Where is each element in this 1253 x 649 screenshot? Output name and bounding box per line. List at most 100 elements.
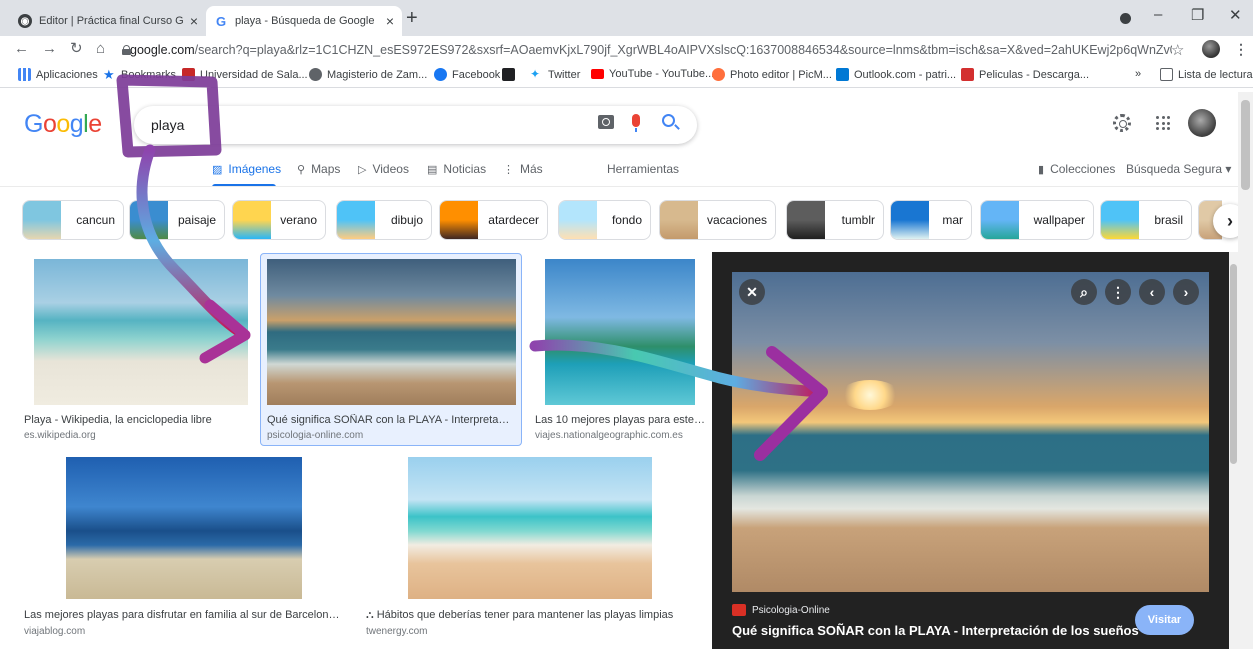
- forward-icon[interactable]: →: [42, 40, 57, 58]
- bookmark-star-icon[interactable]: ☆: [1171, 41, 1184, 59]
- profile-avatar[interactable]: [1202, 40, 1220, 58]
- bookmark-twitter[interactable]: ✦ Twitter: [530, 68, 580, 81]
- bookmark-universidad[interactable]: Universidad de Sala...: [182, 68, 308, 81]
- reading-list[interactable]: Lista de lectura: [1160, 68, 1253, 81]
- bookmark-label: Bookmarks: [121, 68, 177, 81]
- search-input[interactable]: playa: [151, 117, 184, 133]
- search-by-image-icon[interactable]: [598, 115, 614, 129]
- image-result[interactable]: Playa - Wikipedia, la enciclopedia libre…: [24, 259, 254, 441]
- close-preview-icon[interactable]: ✕: [739, 279, 765, 305]
- sunset-glow: [840, 380, 900, 410]
- bookmark-bookmarks[interactable]: ★ Bookmarks: [103, 68, 176, 81]
- reload-icon[interactable]: ↻: [70, 40, 83, 58]
- bookmark-label: Magisterio de Zam...: [327, 68, 428, 81]
- search-box[interactable]: playa: [134, 106, 697, 144]
- settings-gear-icon[interactable]: [1113, 114, 1131, 132]
- close-tab-icon[interactable]: ×: [190, 13, 198, 29]
- chip-mar[interactable]: mar: [890, 200, 972, 240]
- close-tab-icon[interactable]: ×: [386, 13, 394, 29]
- new-tab-icon[interactable]: +: [406, 8, 418, 28]
- chip-thumbnail: [233, 201, 271, 239]
- chip-label: atardecer: [488, 213, 539, 227]
- tab-more[interactable]: ⋮ Más: [503, 162, 543, 176]
- image-result[interactable]: Las 10 mejores playas para este v... via…: [535, 259, 707, 441]
- bookmark-peliculas[interactable]: Peliculas - Descarga...: [961, 68, 1089, 81]
- result-thumbnail[interactable]: [545, 259, 695, 405]
- result-thumbnail[interactable]: [34, 259, 248, 405]
- url-path: /search?q=playa&rlz=1C1CHZN_esES972ES972…: [194, 43, 1172, 57]
- address-bar[interactable]: google.com/search?q=playa&rlz=1C1CHZN_es…: [122, 39, 1172, 61]
- tab-label: Maps: [311, 162, 341, 176]
- result-thumbnail[interactable]: [408, 457, 652, 599]
- search-icon[interactable]: [662, 114, 675, 127]
- panel-scrollbar[interactable]: [1229, 252, 1238, 649]
- chip-thumbnail: [440, 201, 478, 239]
- collections-button[interactable]: ▮ Colecciones: [1038, 162, 1115, 176]
- next-icon[interactable]: ›: [1173, 279, 1199, 305]
- browser-tab-editor[interactable]: ◉ Editor | Práctica final Curso Geni ×: [10, 6, 206, 36]
- result-thumbnail[interactable]: [267, 259, 516, 405]
- minimize-icon[interactable]: –: [1154, 6, 1162, 23]
- chip-paisaje[interactable]: paisaje: [129, 200, 225, 240]
- chip-tumblr[interactable]: tumblr: [786, 200, 884, 240]
- bookmark-facebook[interactable]: Facebook: [434, 68, 500, 81]
- chip-thumbnail: [660, 201, 698, 239]
- google-logo[interactable]: Google: [24, 110, 102, 139]
- image-result[interactable]: ⛬ Hábitos que deberías tener para mantene…: [366, 457, 698, 639]
- bookmark-youtube[interactable]: YouTube - YouTube...: [591, 68, 714, 80]
- close-window-icon[interactable]: ✕: [1229, 6, 1242, 24]
- user-group-icon: ⛬: [366, 609, 374, 621]
- bookmark-app[interactable]: [502, 68, 520, 81]
- result-thumbnail[interactable]: [66, 457, 302, 599]
- restore-icon[interactable]: ❐: [1191, 6, 1204, 24]
- page-scrollbar[interactable]: [1238, 92, 1253, 649]
- result-title[interactable]: Las 10 mejores playas para este v...: [535, 414, 705, 426]
- preview-source[interactable]: Psicologia-Online: [732, 604, 830, 616]
- image-result[interactable]: Las mejores playas para disfrutar en fam…: [24, 457, 349, 639]
- result-title[interactable]: Qué significa SOÑAR con la PLAYA - Inter…: [267, 414, 513, 426]
- browser-tab-google[interactable]: G playa - Búsqueda de Google ×: [206, 6, 402, 36]
- preview-title[interactable]: Qué significa SOÑAR con la PLAYA - Inter…: [732, 623, 1139, 638]
- lens-search-icon[interactable]: ⌕: [1071, 279, 1097, 305]
- chip-brasil[interactable]: brasil: [1100, 200, 1192, 240]
- chip-cancun[interactable]: cancun: [22, 200, 124, 240]
- result-title[interactable]: ⛬ Hábitos que deberías tener para mantene…: [366, 609, 696, 622]
- tab-images[interactable]: ▨ Imágenes: [212, 162, 281, 176]
- bookmark-apps[interactable]: Aplicaciones: [18, 68, 98, 81]
- bookmarks-overflow-icon[interactable]: »: [1135, 68, 1141, 80]
- chip-fondo[interactable]: fondo: [558, 200, 651, 240]
- tools-button[interactable]: Herramientas: [607, 162, 679, 176]
- bookmark-photo-editor[interactable]: Photo editor | PicM...: [712, 68, 832, 81]
- result-title-text: Hábitos que deberías tener para mantener…: [376, 609, 674, 621]
- visit-button[interactable]: Visitar: [1135, 605, 1194, 635]
- result-source: viajablog.com: [24, 626, 86, 637]
- tab-maps[interactable]: ⚲ Maps: [297, 162, 340, 176]
- bookmark-outlook[interactable]: Outlook.com - patri...: [836, 68, 956, 81]
- tab-news[interactable]: ▤ Noticias: [427, 162, 486, 176]
- chip-atardecer[interactable]: atardecer: [439, 200, 548, 240]
- chip-wallpaper[interactable]: wallpaper: [980, 200, 1094, 240]
- back-icon[interactable]: ←: [14, 40, 29, 58]
- bookmark-magisterio[interactable]: Magisterio de Zam...: [309, 68, 427, 81]
- profile-indicator-icon[interactable]: [1120, 13, 1131, 24]
- google-apps-icon[interactable]: [1156, 116, 1170, 130]
- home-icon[interactable]: ⌂: [96, 40, 105, 58]
- account-avatar[interactable]: [1188, 109, 1216, 137]
- chip-verano[interactable]: verano: [232, 200, 326, 240]
- previous-icon[interactable]: ‹: [1139, 279, 1165, 305]
- safe-search-dropdown[interactable]: Búsqueda Segura ▾: [1126, 162, 1231, 176]
- result-title[interactable]: Las mejores playas para disfrutar en fam…: [24, 609, 344, 621]
- chip-dibujo[interactable]: dibujo: [336, 200, 432, 240]
- voice-search-icon[interactable]: [632, 114, 640, 132]
- page-scrollbar-thumb[interactable]: [1241, 100, 1250, 190]
- chip-label: fondo: [611, 213, 642, 227]
- preview-image[interactable]: [732, 272, 1209, 592]
- chip-vacaciones[interactable]: vacaciones: [659, 200, 776, 240]
- tab-videos[interactable]: ▷ Videos: [358, 162, 409, 176]
- more-options-icon[interactable]: ⋮: [1105, 279, 1131, 305]
- browser-menu-icon[interactable]: ⋮: [1234, 41, 1248, 58]
- panel-scrollbar-thumb[interactable]: [1230, 264, 1237, 464]
- result-title[interactable]: Playa - Wikipedia, la enciclopedia libre: [24, 414, 250, 426]
- bookmark-label: Outlook.com - patri...: [854, 68, 957, 81]
- image-result-selected[interactable]: Qué significa SOÑAR con la PLAYA - Inter…: [267, 259, 519, 441]
